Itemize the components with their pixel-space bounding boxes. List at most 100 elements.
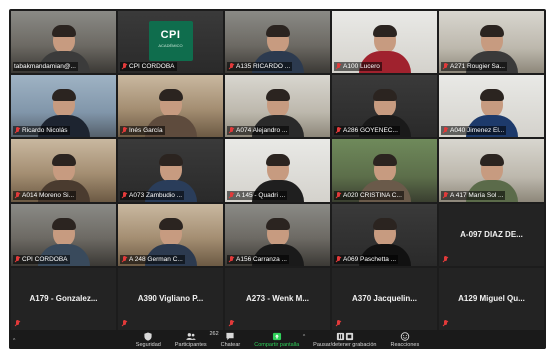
participant-name: A370 Jacquelin... — [352, 294, 417, 304]
participant-tile[interactable]: A074 Alejandro ... — [225, 75, 330, 138]
participant-name-label: A 417 María Sol ... — [441, 190, 506, 200]
participant-tile[interactable]: A040 Jimenez El... — [439, 75, 544, 138]
mic-muted-icon — [442, 63, 448, 70]
participant-name: A271 Rougier Sa... — [450, 63, 505, 71]
participant-tile[interactable]: A 145 - Quadri ... — [225, 139, 330, 202]
participant-tile[interactable]: A179 - Gonzalez... — [11, 267, 116, 330]
participant-name: A074 Alejandro ... — [236, 127, 288, 135]
participant-tile[interactable]: A156 Carranza ... — [225, 203, 330, 266]
participant-name-label: A286 GOYENEC... — [334, 126, 400, 136]
participant-tile[interactable]: tabakmandamian@... — [11, 11, 116, 74]
participant-tile[interactable]: A370 Jacquelin... — [332, 267, 437, 330]
security-button[interactable]: Seguridad — [136, 332, 161, 348]
participant-tile[interactable]: A286 GOYENEC... — [332, 75, 437, 138]
participant-name-label: CPI CORDOBA — [13, 254, 70, 264]
participant-name-label: A074 Alejandro ... — [227, 126, 290, 136]
mic-muted-icon — [121, 63, 127, 70]
security-label: Seguridad — [135, 342, 161, 348]
mic-muted-icon — [121, 127, 127, 134]
shield-icon — [144, 332, 152, 341]
meeting-toolbar: ^ Seguridad Participantes 262 Chatear Co… — [9, 330, 546, 349]
share-screen-label: Compartir pantalla — [254, 342, 300, 348]
participant-name-label: Ricardo Nicolás — [13, 126, 70, 136]
pause-stop-record-icon — [336, 332, 353, 341]
mic-muted-icon — [228, 191, 234, 199]
mic-muted-icon — [228, 320, 234, 327]
participant-name-label: A069 Paschetta ... — [334, 254, 399, 264]
participant-name: A 145 - Quadri ... — [236, 191, 286, 199]
participant-name-label: A040 Jimenez El... — [441, 126, 507, 136]
participant-name: A040 Jimenez El... — [450, 127, 505, 135]
participant-tile[interactable]: CPI ACADÉMICO CPI CORDOBA — [118, 11, 223, 74]
mic-muted-icon — [442, 191, 448, 199]
mic-muted-icon — [14, 127, 20, 134]
participant-name-label: A100 Lucero — [334, 62, 382, 72]
participant-name-label: tabakmandamian@... — [13, 62, 78, 72]
mic-muted-icon — [335, 191, 341, 199]
participant-name: CPI CORDOBA — [129, 63, 175, 71]
emoji-icon — [400, 332, 410, 341]
participant-name: CPI CORDOBA — [22, 255, 68, 263]
participant-tile[interactable]: CPI CORDOBA — [11, 203, 116, 266]
participant-tile[interactable]: A014 Moreno Si... — [11, 139, 116, 202]
participant-name-label: A156 Carranza ... — [227, 254, 289, 264]
mic-muted-icon — [228, 127, 234, 134]
cpi-logo-text: CPI — [160, 29, 181, 41]
participant-tile[interactable]: A135 RICARDO ... — [225, 11, 330, 74]
participant-name: A014 Moreno Si... — [22, 191, 75, 199]
record-controls-button[interactable]: Pausar/detener grabación — [313, 332, 376, 348]
participant-name: Inés García — [129, 127, 163, 135]
participant-tile[interactable]: A069 Paschetta ... — [332, 203, 437, 266]
toolbar-left-caret-icon[interactable]: ^ — [13, 338, 15, 344]
participant-tile[interactable]: A 248 German C... — [118, 203, 223, 266]
mic-muted-icon — [121, 191, 127, 199]
mic-muted-icon — [442, 255, 448, 263]
mic-muted-icon — [14, 255, 20, 263]
mic-muted-icon — [335, 63, 341, 70]
participant-name: A135 RICARDO ... — [236, 63, 291, 71]
chat-button[interactable]: Chatear — [221, 332, 240, 348]
participant-tile[interactable]: A271 Rougier Sa... — [439, 11, 544, 74]
zoom-meeting-window: tabakmandamian@... CPI ACADÉMICO CPI CORDOB… — [9, 9, 546, 349]
participant-name: A129 Miguel Qu... — [458, 294, 525, 304]
mic-muted-icon — [14, 320, 20, 327]
participant-name: Ricardo Nicolás — [22, 127, 68, 135]
participants-label: Participantes — [174, 342, 207, 348]
participant-tile[interactable]: A129 Miguel Qu... — [439, 267, 544, 330]
reactions-label: Reacciones — [390, 342, 420, 348]
participant-name-label: A014 Moreno Si... — [13, 190, 77, 200]
participant-tile[interactable]: A-097 DIAZ DE... — [439, 203, 544, 266]
mic-muted-icon — [335, 320, 341, 327]
participant-tile[interactable]: A 417 María Sol ... — [439, 139, 544, 202]
participant-name: tabakmandamian@... — [14, 63, 76, 71]
share-options-caret-icon[interactable]: ^ — [303, 334, 305, 340]
participant-tile[interactable]: A073 Zambudio ... — [118, 139, 223, 202]
participants-button[interactable]: Participantes 262 — [174, 331, 219, 348]
share-screen-icon — [272, 332, 281, 341]
participants-count: 262 — [209, 331, 219, 337]
participant-tile[interactable]: Ricardo Nicolás — [11, 75, 116, 138]
participant-tile[interactable]: Inés García — [118, 75, 223, 138]
share-screen-button[interactable]: Compartir pantalla ^ — [254, 332, 305, 348]
chat-icon — [226, 332, 235, 341]
participant-name-label: A 248 German C... — [120, 254, 185, 264]
participant-name-label: CPI CORDOBA — [120, 62, 177, 72]
participant-tile[interactable]: A273 - Wenk M... — [225, 267, 330, 330]
participant-name: A286 GOYENEC... — [343, 127, 398, 135]
cpi-logo-subtext: ACADÉMICO — [158, 43, 183, 48]
participant-name: A020 CRISTINA C... — [343, 191, 402, 199]
cpi-logo: CPI ACADÉMICO — [148, 21, 193, 61]
participant-name: A069 Paschetta ... — [343, 255, 397, 263]
participant-name: A-097 DIAZ DE... — [460, 230, 523, 240]
participant-tile[interactable]: A020 CRISTINA C... — [332, 139, 437, 202]
reactions-button[interactable]: Reacciones — [390, 332, 419, 348]
participant-tile[interactable]: A390 Vigliano P... — [118, 267, 223, 330]
participant-name-label: A271 Rougier Sa... — [441, 62, 507, 72]
mic-muted-icon — [121, 320, 127, 327]
participant-name-label: A135 RICARDO ... — [227, 62, 293, 72]
mic-muted-icon — [335, 255, 341, 263]
mic-muted-icon — [442, 320, 448, 327]
participants-icon — [186, 333, 196, 340]
mic-muted-icon — [14, 191, 20, 199]
participant-tile[interactable]: A100 Lucero — [332, 11, 437, 74]
